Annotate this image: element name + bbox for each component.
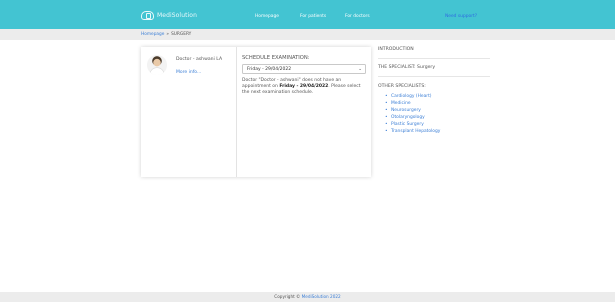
chevron-down-icon: ⌄: [358, 67, 362, 72]
specialist-item-otolaryngology[interactable]: • Otolaryngology: [385, 114, 440, 121]
specialist-link[interactable]: Plastic Surgery: [391, 122, 424, 127]
specialist-link[interactable]: Otolaryngology: [391, 115, 425, 120]
doctor-avatar[interactable]: [147, 55, 167, 75]
introduction-heading: INTRODUCTION: [378, 47, 414, 52]
the-specialist-heading: THE SPECIALIST: Surgery: [378, 65, 436, 70]
specialist-item-plastic-surgery[interactable]: • Plastic Surgery: [385, 121, 440, 128]
specialists-list: • Cardiology (Heart) • Medicine • Neurosurg…: [385, 93, 440, 136]
card-divider: [236, 47, 237, 177]
specialist-item-medicine[interactable]: • Medicine: [385, 100, 440, 107]
selected-date: Friday - 29/04/2022: [247, 67, 292, 73]
specialist-link[interactable]: Transplant Hepatology: [391, 129, 440, 134]
specialist-link[interactable]: Neurosurgery: [391, 108, 421, 113]
breadcrumb: Homepage » SURGERY: [141, 32, 191, 37]
sidebar-rule: [378, 76, 490, 77]
bullet-icon: •: [385, 101, 388, 107]
breadcrumb-home-link[interactable]: Homepage: [141, 32, 164, 37]
doctor-more-info-link[interactable]: More info...: [176, 70, 201, 75]
schedule-date-select[interactable]: Friday - 29/04/2022 ⌄: [242, 64, 366, 74]
bullet-icon: •: [385, 115, 388, 121]
bullet-icon: •: [385, 108, 388, 114]
nav-for-patients-link[interactable]: For patients: [300, 14, 326, 19]
specialist-link[interactable]: Cardiology (Heart): [391, 94, 432, 99]
logo-text: MediSolution: [157, 11, 197, 19]
bullet-icon: •: [385, 94, 388, 99]
footer-brand-link[interactable]: MediSolution 2022: [302, 294, 341, 299]
specialist-item-transplant-hepatology[interactable]: • Transplant Hepatology: [385, 128, 440, 135]
footer-copyright: Copyright © MediSolution 2022: [0, 294, 615, 299]
breadcrumb-bar: [0, 29, 615, 40]
doctor-info-column: Doctor - ashwani LA More info...: [141, 47, 236, 177]
doctor-schedule-card: Doctor - ashwani LA More info... SCHEDUL…: [141, 47, 371, 177]
site-logo[interactable]: MediSolution: [141, 10, 197, 20]
footer: Copyright © MediSolution 2022: [0, 292, 615, 302]
no-appointment-note: Doctor "Doctor - ashwani" does not have …: [242, 78, 364, 95]
note-date: Friday - 29/04/2022: [279, 83, 329, 89]
bullet-icon: •: [385, 122, 388, 128]
sidebar-rule: [378, 58, 490, 59]
schedule-title: SCHEDULE EXAMINATION:: [242, 55, 310, 61]
nav-homepage-link[interactable]: Homepage: [255, 14, 279, 19]
specialist-item-cardiology[interactable]: • Cardiology (Heart): [385, 93, 440, 100]
breadcrumb-current: SURGERY: [171, 32, 192, 37]
need-support-link[interactable]: Need support?: [445, 14, 477, 19]
specialist-item-neurosurgery[interactable]: • Neurosurgery: [385, 107, 440, 114]
nav-for-doctors-link[interactable]: For doctors: [345, 14, 370, 19]
breadcrumb-separator: »: [166, 32, 170, 37]
other-specialists-heading: OTHER SPECIALISTS:: [378, 84, 426, 89]
medisolution-logo-icon: [141, 10, 154, 20]
bullet-icon: •: [385, 129, 388, 135]
copyright-label: Copyright ©: [274, 294, 301, 300]
doctor-name: Doctor - ashwani LA: [176, 57, 223, 62]
specialist-link[interactable]: Medicine: [391, 101, 411, 106]
